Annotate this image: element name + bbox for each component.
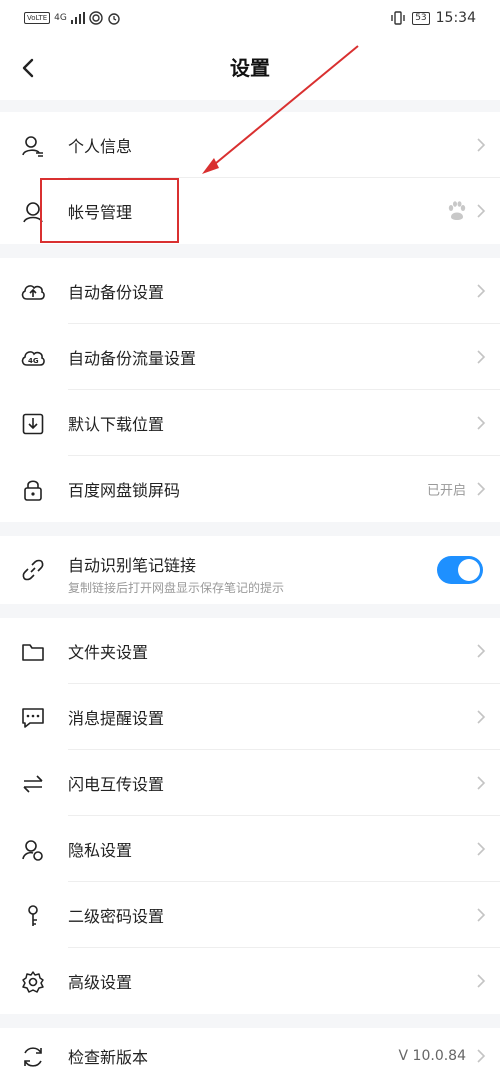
settings-item-advanced[interactable]: 高级设置 <box>0 948 500 1014</box>
lock-screen-code-label: 百度网盘锁屏码 <box>68 481 181 500</box>
default-download-label: 默认下载位置 <box>68 415 165 434</box>
chevron-right-icon <box>477 644 486 658</box>
secondary-password-label: 二级密码设置 <box>68 907 165 926</box>
message-icon <box>20 705 46 731</box>
message-reminder-label: 消息提醒设置 <box>68 709 165 728</box>
chevron-right-icon <box>477 842 486 856</box>
personal-info-label: 个人信息 <box>68 137 133 156</box>
settings-item-auto-backup[interactable]: 自动备份设置 <box>0 258 500 324</box>
transfer-icon <box>20 771 46 797</box>
app-header: 设置 <box>0 36 500 100</box>
chevron-right-icon <box>477 908 486 922</box>
chevron-right-icon <box>477 710 486 724</box>
privacy-icon <box>20 837 46 863</box>
vibrate-icon <box>391 11 405 25</box>
refresh-icon <box>20 1044 46 1070</box>
settings-item-check-update[interactable]: 检查新版本 V 10.0.84 <box>0 1028 500 1084</box>
link-icon <box>20 557 46 583</box>
user-icon <box>20 133 46 159</box>
auto-backup-label: 自动备份设置 <box>68 283 165 302</box>
auto-link-toggle[interactable] <box>437 556 483 584</box>
chevron-right-icon <box>477 138 486 152</box>
section-gap <box>0 244 500 258</box>
status-left: VoLTE 4G <box>24 8 121 28</box>
chevron-right-icon <box>477 204 486 218</box>
chevron-right-icon <box>477 974 486 988</box>
privacy-label: 隐私设置 <box>68 841 133 860</box>
chevron-right-icon <box>477 416 486 430</box>
settings-item-folder[interactable]: 文件夹设置 <box>0 618 500 684</box>
auto-link-title: 自动识别笔记链接 <box>68 556 197 575</box>
status-right: 53 15:34 <box>390 7 476 29</box>
section-gap <box>0 604 500 618</box>
settings-item-personal-info[interactable]: 个人信息 <box>0 112 500 178</box>
status-bar: VoLTE 4G 53 15:34 <box>0 0 500 36</box>
chevron-right-icon <box>477 776 486 790</box>
chevron-right-icon <box>477 350 486 364</box>
settings-item-lock-screen-code[interactable]: 百度网盘锁屏码 已开启 <box>0 456 500 522</box>
download-icon <box>20 411 46 437</box>
key-icon <box>20 903 46 929</box>
advanced-settings-label: 高级设置 <box>68 973 133 992</box>
volte-badge: VoLTE <box>24 12 51 24</box>
alarm-icon <box>108 13 120 25</box>
chevron-right-icon <box>477 1049 486 1063</box>
chevron-right-icon <box>477 284 486 298</box>
baidu-paw-icon <box>448 201 466 220</box>
lock-icon <box>20 477 46 503</box>
lock-screen-status: 已开启 <box>426 483 466 499</box>
settings-item-flash-transfer[interactable]: 闪电互传设置 <box>0 750 500 816</box>
page-title: 设置 <box>230 56 270 80</box>
account-icon <box>20 199 46 225</box>
hotspot-icon <box>89 11 103 25</box>
cloud-upload-icon <box>20 279 46 305</box>
gear-icon <box>20 969 46 995</box>
check-update-label: 检查新版本 <box>68 1048 149 1067</box>
battery-level: 53 <box>412 11 430 25</box>
settings-item-message-reminder[interactable]: 消息提醒设置 <box>0 684 500 750</box>
settings-item-secondary-password[interactable]: 二级密码设置 <box>0 882 500 948</box>
cloud-4g-icon: 4G <box>20 345 46 371</box>
app-version: V 10.0.84 <box>398 1048 466 1064</box>
settings-item-privacy[interactable]: 隐私设置 <box>0 816 500 882</box>
flash-transfer-label: 闪电互传设置 <box>68 775 165 794</box>
auto-backup-traffic-label: 自动备份流量设置 <box>68 349 197 368</box>
clock: 15:34 <box>435 10 476 26</box>
account-management-label: 帐号管理 <box>68 203 133 222</box>
auto-link-subtitle: 复制链接后打开网盘显示保存笔记的提示 <box>68 581 285 595</box>
settings-item-account-management[interactable]: 帐号管理 <box>0 178 500 244</box>
toggle-knob <box>458 559 480 581</box>
settings-item-auto-backup-traffic[interactable]: 4G 自动备份流量设置 <box>0 324 500 390</box>
section-gap <box>0 1014 500 1028</box>
settings-item-default-download[interactable]: 默认下载位置 <box>0 390 500 456</box>
chevron-right-icon <box>477 482 486 496</box>
network-type: 4G <box>54 13 67 23</box>
folder-settings-label: 文件夹设置 <box>68 643 149 662</box>
section-gap <box>0 100 500 112</box>
svg-text:4G: 4G <box>28 357 39 365</box>
settings-item-auto-link-recognition: 自动识别笔记链接 复制链接后打开网盘显示保存笔记的提示 <box>0 536 500 604</box>
section-gap <box>0 522 500 536</box>
folder-icon <box>20 639 46 665</box>
signal-icon <box>70 12 85 24</box>
